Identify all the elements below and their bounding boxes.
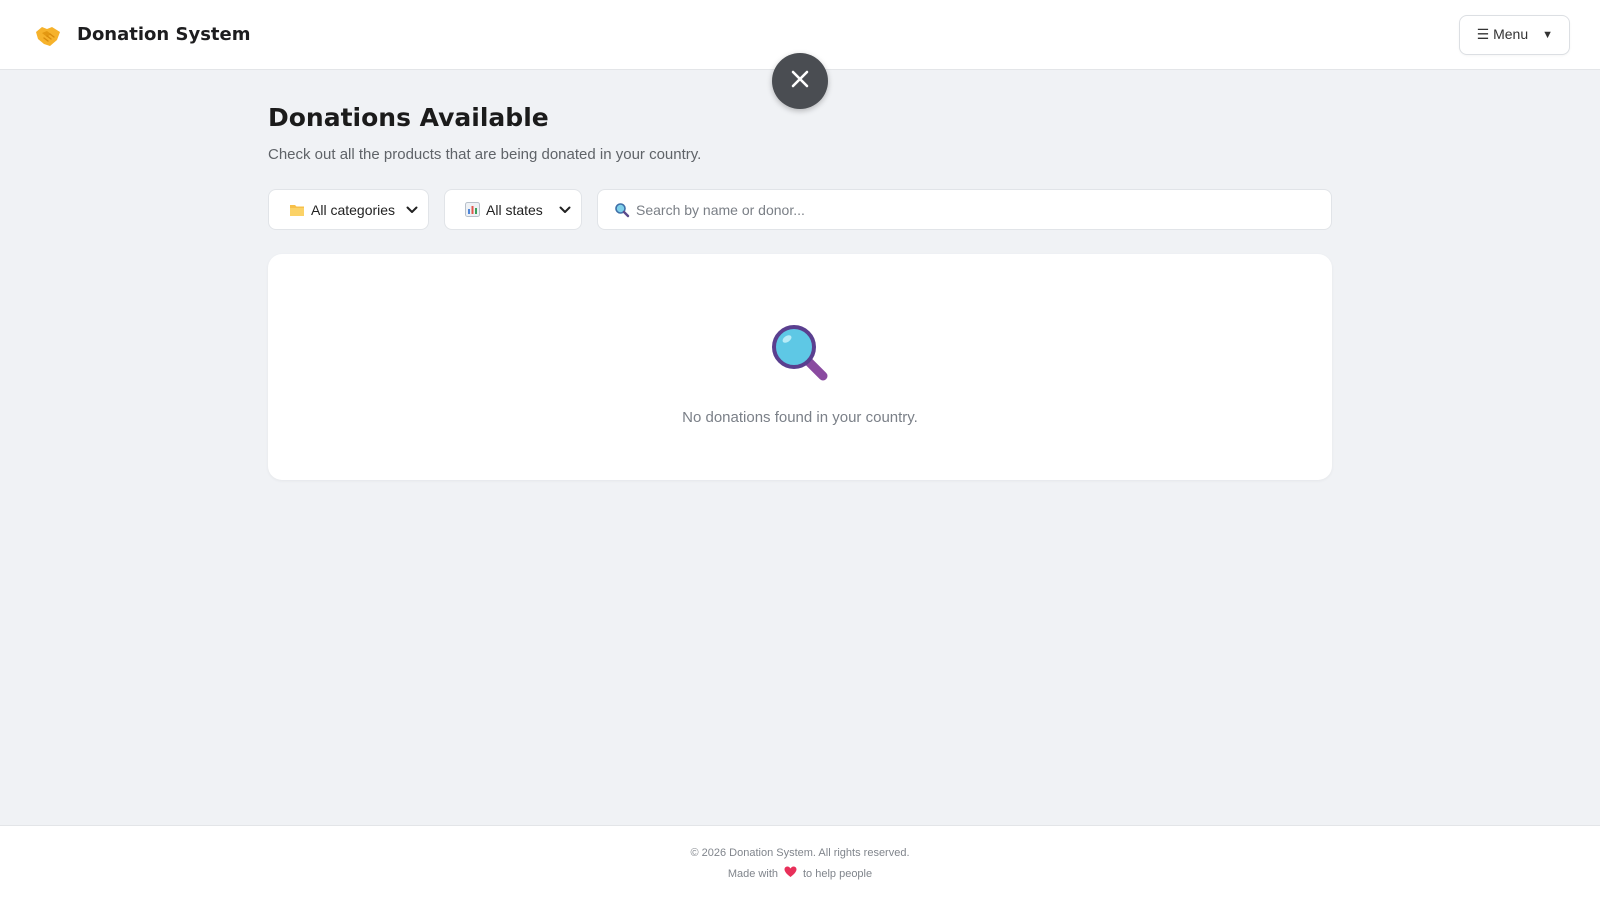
close-button[interactable] <box>772 53 828 109</box>
filter-bar: All categories All states <box>268 189 1332 230</box>
close-icon <box>790 69 810 94</box>
category-select[interactable]: All categories <box>268 189 429 230</box>
search-input[interactable] <box>636 201 1315 218</box>
copyright-text: © 2026 Donation System. All rights reser… <box>690 847 910 859</box>
made-with-text: Made with <box>727 867 778 880</box>
bar-chart-icon <box>465 202 480 217</box>
state-select-value: All states <box>486 201 543 218</box>
app-title: Donation System <box>77 24 251 45</box>
magnifier-icon <box>769 322 831 389</box>
made-with-line: Made with to help people <box>0 866 1600 881</box>
empty-state-card: No donations found in your country. <box>268 254 1332 480</box>
brand[interactable]: Donation System <box>33 20 250 50</box>
search-icon <box>614 202 630 218</box>
menu-label: ☰ Menu <box>1476 26 1529 42</box>
handshake-icon <box>33 20 63 50</box>
category-select-value: All categories <box>311 201 396 218</box>
chevron-down-icon <box>559 206 571 214</box>
search-field[interactable] <box>597 189 1332 230</box>
page-subtitle: Check out all the products that are bein… <box>268 146 702 163</box>
tagline-text: to help people <box>803 867 873 880</box>
empty-state-message: No donations found in your country. <box>682 409 918 426</box>
heart-icon <box>784 866 797 881</box>
chevron-down-icon <box>406 206 418 214</box>
folder-icon <box>289 203 305 217</box>
main-content: Donations Available Check out all the pr… <box>268 100 1332 480</box>
chevron-down-icon: ▼ <box>1542 28 1553 41</box>
menu-button[interactable]: ☰ Menu ▼ <box>1458 14 1570 55</box>
state-select[interactable]: All states <box>444 189 582 230</box>
page-footer: © 2026 Donation System. All rights reser… <box>0 825 1600 899</box>
